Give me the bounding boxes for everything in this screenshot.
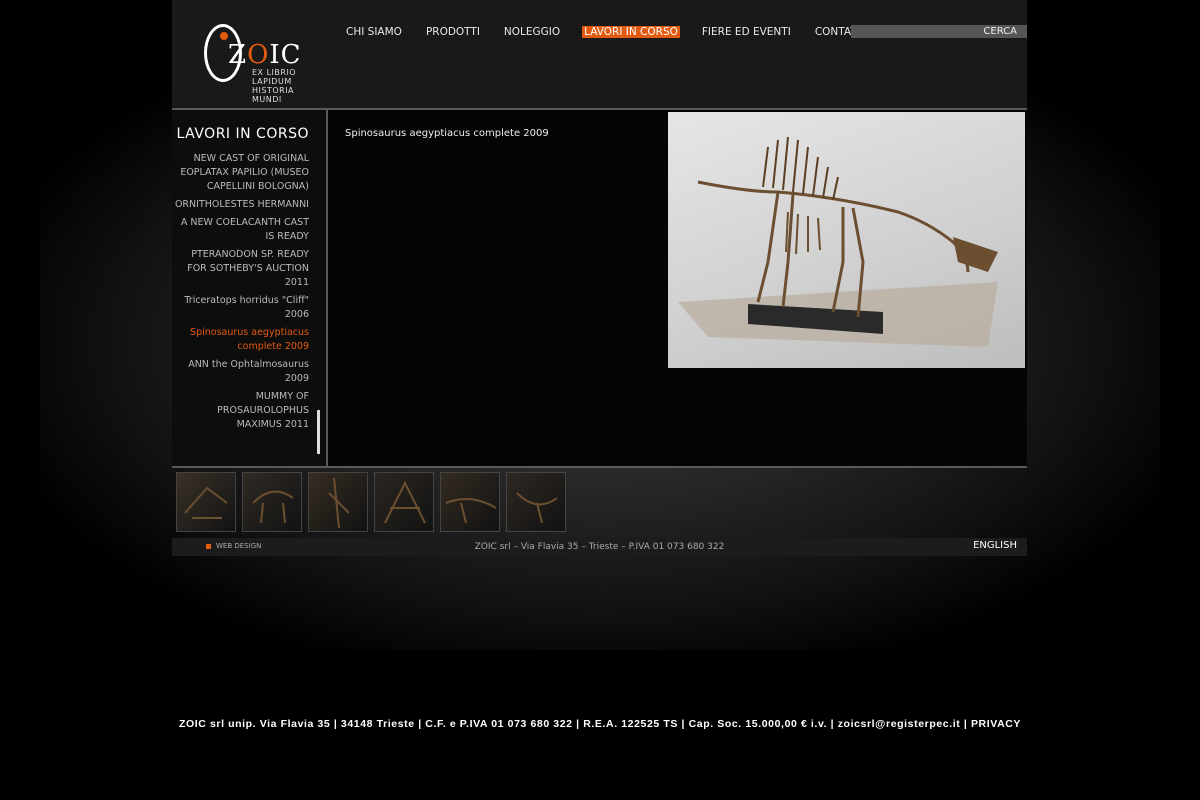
thumbnail-image xyxy=(445,498,497,524)
site-logo[interactable]: ZOIC EX LIBRIO LAPIDUM HISTORIA MUNDI xyxy=(202,20,317,104)
thumbnail-image xyxy=(252,490,294,524)
sidebar-item[interactable]: Spinosaurus aegyptiacus complete 2009 xyxy=(169,326,309,354)
thumbnail-image xyxy=(328,477,350,529)
spinosaurus-skeleton-image xyxy=(678,136,998,347)
thumbnail-image xyxy=(516,492,558,524)
content-divider xyxy=(172,466,1027,468)
privacy-link[interactable]: PRIVACY xyxy=(971,718,1021,730)
logo-wordmark: ZOIC xyxy=(228,40,302,70)
main-nav: CHI SIAMO PRODOTTI NOLEGGIO LAVORI IN CORSO… xyxy=(344,26,868,38)
project-photo[interactable] xyxy=(668,112,1025,368)
thumbnail[interactable] xyxy=(308,472,368,532)
thumbnail-strip xyxy=(176,472,566,532)
sidebar-item[interactable]: ORNITHOLESTES HERMANNI xyxy=(169,198,309,212)
thumbnail-image xyxy=(384,480,426,524)
thumbnail[interactable] xyxy=(506,472,566,532)
sidebar-title: LAVORI IN CORSO xyxy=(176,126,309,142)
legal-text: ZOIC srl unip. Via Flavia 35 | 34148 Tri… xyxy=(178,718,968,730)
nav-item-fiere-ed-eventi[interactable]: FIERE ED EVENTI xyxy=(700,26,793,38)
sidebar-list: NEW CAST OF ORIGINAL EOPLATAX PAPILIO (M… xyxy=(169,152,309,436)
thumbnail-image xyxy=(184,486,228,519)
header: ZOIC EX LIBRIO LAPIDUM HISTORIA MUNDI CH… xyxy=(172,0,1027,110)
sidebar-item[interactable]: MUMMY OF PROSAUROLOPHUS MAXIMUS 2011 xyxy=(169,390,309,432)
footer-bar: WEB DESIGN ZOIC srl – Via Flavia 35 – Tr… xyxy=(172,538,1027,556)
search-box[interactable]: CERCA xyxy=(851,25,1027,38)
thumbnail[interactable] xyxy=(440,472,500,532)
thumbnail[interactable] xyxy=(374,472,434,532)
main-content: Spinosaurus aegyptiacus complete 2009 xyxy=(328,110,1027,466)
nav-item-lavori-in-corso[interactable]: LAVORI IN CORSO xyxy=(582,26,680,38)
logo-tagline: EX LIBRIO LAPIDUM HISTORIA MUNDI xyxy=(252,68,297,104)
sidebar-scrollbar[interactable] xyxy=(317,410,320,454)
sidebar: LAVORI IN CORSO NEW CAST OF ORIGINAL EOP… xyxy=(172,110,328,466)
legal-footer: ZOIC srl unip. Via Flavia 35 | 34148 Tri… xyxy=(0,718,1200,730)
sidebar-item[interactable]: A NEW COELACANTH CAST IS READY xyxy=(169,216,309,244)
language-switch-english[interactable]: ENGLISH xyxy=(973,540,1017,551)
project-caption: Spinosaurus aegyptiacus complete 2009 xyxy=(345,128,549,139)
nav-item-noleggio[interactable]: NOLEGGIO xyxy=(502,26,562,38)
company-info: ZOIC srl – Via Flavia 35 – Trieste – P.I… xyxy=(474,542,725,552)
logo-dot xyxy=(220,32,228,40)
thumbnail[interactable] xyxy=(176,472,236,532)
nav-item-prodotti[interactable]: PRODOTTI xyxy=(424,26,482,38)
sidebar-item[interactable]: PTERANODON SP. READY FOR SOTHEBY'S AUCTI… xyxy=(169,248,309,290)
sidebar-item[interactable]: Triceratops horridus "Cliff" 2006 xyxy=(169,294,309,322)
nav-item-chi-siamo[interactable]: CHI SIAMO xyxy=(344,26,404,38)
site-container: ZOIC EX LIBRIO LAPIDUM HISTORIA MUNDI CH… xyxy=(172,0,1027,556)
sidebar-item[interactable]: ANN the Ophtalmosaurus 2009 xyxy=(169,358,309,386)
thumbnail[interactable] xyxy=(242,472,302,532)
sidebar-item[interactable]: NEW CAST OF ORIGINAL EOPLATAX PAPILIO (M… xyxy=(169,152,309,194)
